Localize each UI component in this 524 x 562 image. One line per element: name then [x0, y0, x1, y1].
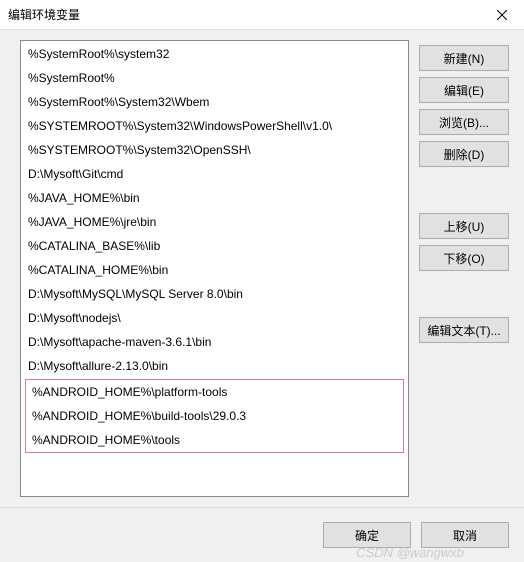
path-list[interactable]: %SystemRoot%\system32%SystemRoot%%System…	[20, 40, 409, 497]
path-item[interactable]: %SystemRoot%\system32	[22, 42, 407, 66]
path-item[interactable]: %ANDROID_HOME%\build-tools\29.0.3	[26, 404, 403, 428]
dialog-body: %SystemRoot%\system32%SystemRoot%%System…	[0, 30, 524, 507]
browse-button[interactable]: 浏览(B)...	[419, 109, 509, 135]
path-item[interactable]: D:\Mysoft\apache-maven-3.6.1\bin	[22, 330, 407, 354]
path-item[interactable]: %SystemRoot%\System32\Wbem	[22, 90, 407, 114]
path-item[interactable]: %SystemRoot%	[22, 66, 407, 90]
path-item[interactable]: D:\Mysoft\allure-2.13.0\bin	[22, 354, 407, 378]
path-item[interactable]: D:\Mysoft\Git\cmd	[22, 162, 407, 186]
move-up-button[interactable]: 上移(U)	[419, 213, 509, 239]
path-item[interactable]: %CATALINA_HOME%\bin	[22, 258, 407, 282]
edit-text-button[interactable]: 编辑文本(T)...	[419, 317, 509, 343]
new-button[interactable]: 新建(N)	[419, 45, 509, 71]
path-item[interactable]: %SYSTEMROOT%\System32\WindowsPowerShell\…	[22, 114, 407, 138]
close-icon	[497, 10, 507, 20]
move-down-button[interactable]: 下移(O)	[419, 245, 509, 271]
path-item[interactable]: %ANDROID_HOME%\platform-tools	[26, 380, 403, 404]
footer: 确定 取消	[0, 507, 524, 562]
cancel-button[interactable]: 取消	[421, 522, 509, 548]
path-item[interactable]: %CATALINA_BASE%\lib	[22, 234, 407, 258]
spacer	[419, 277, 509, 311]
button-column: 新建(N) 编辑(E) 浏览(B)... 删除(D) 上移(U) 下移(O) 编…	[419, 40, 509, 497]
path-item[interactable]: %JAVA_HOME%\jre\bin	[22, 210, 407, 234]
edit-button[interactable]: 编辑(E)	[419, 77, 509, 103]
path-item[interactable]: %ANDROID_HOME%\tools	[26, 428, 403, 452]
ok-button[interactable]: 确定	[323, 522, 411, 548]
delete-button[interactable]: 删除(D)	[419, 141, 509, 167]
path-item[interactable]: D:\Mysoft\MySQL\MySQL Server 8.0\bin	[22, 282, 407, 306]
path-item[interactable]: D:\Mysoft\nodejs\	[22, 306, 407, 330]
titlebar: 编辑环境变量	[0, 0, 524, 30]
path-item[interactable]: %JAVA_HOME%\bin	[22, 186, 407, 210]
close-button[interactable]	[479, 0, 524, 30]
titlebar-text: 编辑环境变量	[8, 6, 80, 23]
path-item[interactable]: %SYSTEMROOT%\System32\OpenSSH\	[22, 138, 407, 162]
highlight-box: %ANDROID_HOME%\platform-tools%ANDROID_HO…	[25, 379, 404, 453]
spacer	[419, 173, 509, 207]
